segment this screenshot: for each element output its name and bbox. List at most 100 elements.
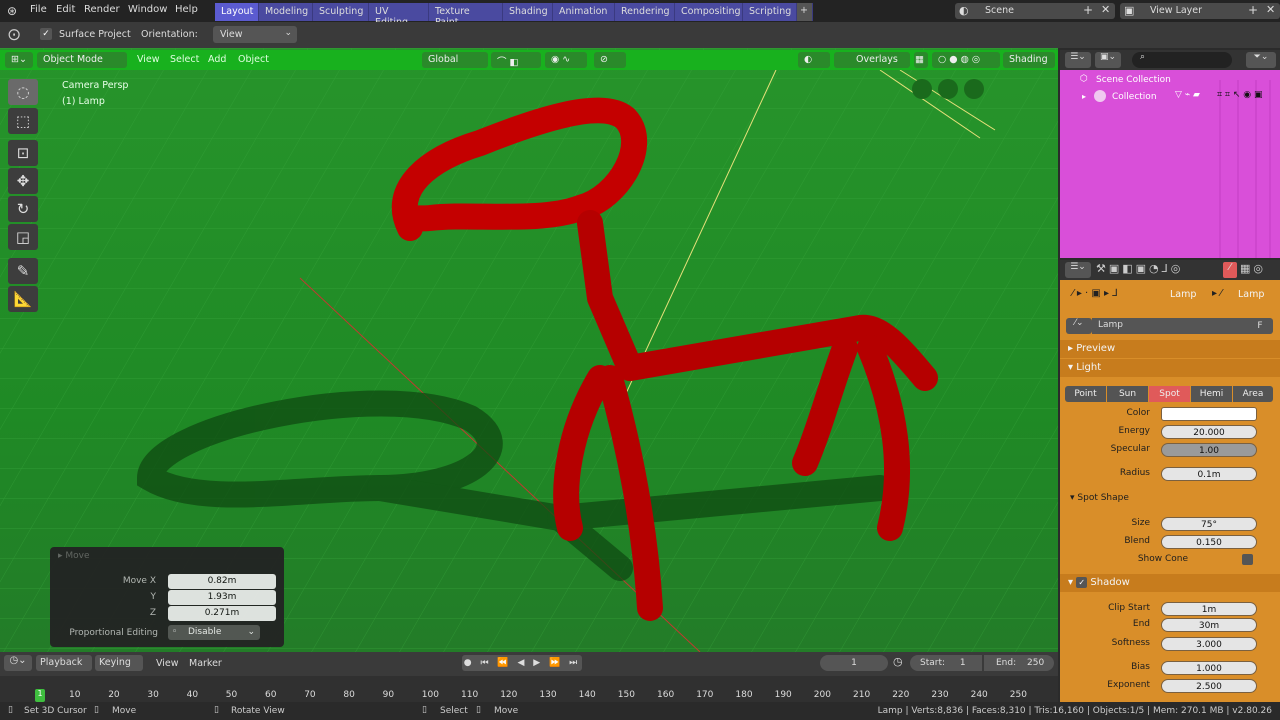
outliner-search-input[interactable]: ⌕: [1132, 52, 1232, 68]
playback-dropdown[interactable]: Playback: [36, 655, 92, 671]
tab-rendering[interactable]: Rendering: [615, 3, 675, 21]
scale-tool-icon[interactable]: ◲: [8, 224, 38, 250]
stopwatch-icon[interactable]: ◷: [893, 655, 903, 668]
outliner-editor-type-icon[interactable]: ☰⌄: [1065, 52, 1091, 68]
menu-edit[interactable]: Edit: [56, 4, 75, 15]
light-type-area[interactable]: Area: [1233, 386, 1273, 402]
clip-start-field[interactable]: 1m: [1161, 602, 1257, 616]
proportional-edit-icon[interactable]: ◉ ∿: [545, 52, 587, 68]
delete-scene-icon[interactable]: ✕: [1101, 3, 1110, 16]
visibility-icon[interactable]: ◐: [798, 52, 830, 68]
spot-size-field[interactable]: 75°: [1161, 517, 1257, 531]
light-data-tab-icon[interactable]: ⁄: [1223, 262, 1237, 278]
select-box-icon[interactable]: ⬚: [8, 108, 38, 134]
exponent-field[interactable]: 2.500: [1161, 679, 1257, 693]
tab-shading[interactable]: Shading: [503, 3, 553, 21]
blender-logo-icon[interactable]: ⊛: [7, 4, 17, 18]
light-type-spot[interactable]: Spot: [1149, 386, 1190, 402]
display-mode-icon[interactable]: ▣⌄: [1095, 52, 1121, 68]
tab-animation[interactable]: Animation: [553, 3, 615, 21]
surface-project-checkbox[interactable]: ✓: [40, 28, 52, 40]
orientation-dropdown[interactable]: View ⌄: [213, 26, 297, 43]
view-layer-selector[interactable]: ▣ View Layer + ✕: [1120, 3, 1280, 19]
fake-user-button[interactable]: F: [1247, 318, 1273, 334]
new-view-layer-icon[interactable]: +: [1248, 3, 1258, 17]
zoom-view-icon[interactable]: [964, 79, 984, 99]
transform-tool-icon[interactable]: ⊡: [8, 140, 38, 166]
playhead[interactable]: 1: [35, 689, 45, 702]
editor-type-icon[interactable]: ⊞⌄: [5, 52, 33, 68]
menu-add[interactable]: Add: [208, 54, 226, 65]
gizmo-icon[interactable]: ⊘: [594, 52, 626, 68]
rotate-tool-icon[interactable]: ↻: [8, 196, 38, 222]
move-x-field[interactable]: 0.82m: [168, 574, 276, 589]
menu-view[interactable]: View: [137, 54, 160, 65]
start-frame-field[interactable]: Start: 1: [910, 655, 982, 671]
softness-field[interactable]: 3.000: [1161, 637, 1257, 651]
xray-icon[interactable]: ▦: [914, 52, 928, 68]
tab-sculpting[interactable]: Sculpting: [313, 3, 369, 21]
scene-collection-label[interactable]: Scene Collection: [1096, 75, 1171, 85]
menu-render[interactable]: Render: [84, 4, 120, 15]
restriction-toggle-icons[interactable]: ⌗ ⌗ ↖ ◉ ▣: [1217, 90, 1262, 100]
show-cone-checkbox[interactable]: [1242, 554, 1253, 565]
color-swatch[interactable]: [1161, 407, 1257, 421]
delete-view-layer-icon[interactable]: ✕: [1266, 3, 1275, 16]
menu-file[interactable]: File: [30, 4, 47, 15]
overlays-dropdown[interactable]: Overlays: [834, 52, 910, 68]
filter-icon[interactable]: ⏷⌄: [1246, 52, 1276, 68]
shadow-panel-header[interactable]: ▾ ✓ Shadow: [1060, 574, 1280, 592]
playback-controls[interactable]: ● ⏮ ⏪ ◀ ▶ ⏩ ⏭: [462, 655, 582, 671]
shading-dropdown[interactable]: Shading: [1003, 52, 1055, 68]
add-workspace-button[interactable]: +: [797, 3, 813, 21]
timeline[interactable]: ◷⌄ Playback Keying View Marker ● ⏮ ⏪ ◀ ▶…: [0, 652, 1058, 702]
proportional-editing-dropdown[interactable]: Disable ◦ ⌄: [168, 625, 260, 640]
pivot-snap-icon[interactable]: ⌒ ◧: [491, 52, 541, 68]
timeline-menu-marker[interactable]: Marker: [189, 658, 222, 669]
preview-panel-header[interactable]: ▸ Preview: [1060, 340, 1280, 358]
shading-mode-icons[interactable]: ○ ● ◍ ◎: [932, 52, 1000, 68]
move-y-field[interactable]: 1.93m: [168, 590, 276, 605]
menu-help[interactable]: Help: [175, 4, 198, 15]
object-mode-dropdown[interactable]: Object Mode: [37, 52, 127, 68]
timeline-menu-view[interactable]: View: [156, 658, 179, 669]
light-type-hemi[interactable]: Hemi: [1191, 386, 1232, 402]
tab-layout[interactable]: Layout: [215, 3, 259, 21]
tab-compositing[interactable]: Compositing: [675, 3, 743, 21]
cursor-tool-icon[interactable]: ⊙: [7, 25, 21, 45]
annotate-tool-icon[interactable]: ✎: [8, 258, 38, 284]
current-frame-field[interactable]: 1: [820, 655, 888, 671]
energy-field[interactable]: 20.000: [1161, 425, 1257, 439]
blend-field[interactable]: 0.150: [1161, 535, 1257, 549]
transform-orientation-dropdown[interactable]: Global: [422, 52, 488, 68]
cursor-tool-icon[interactable]: ◌: [8, 79, 38, 105]
operator-title[interactable]: ▸ Move: [58, 551, 90, 561]
menu-window[interactable]: Window: [128, 4, 167, 15]
move-z-field[interactable]: 0.271m: [168, 606, 276, 621]
camera-view-icon[interactable]: [912, 79, 932, 99]
light-type-sun[interactable]: Sun: [1107, 386, 1148, 402]
timeline-editor-type-icon[interactable]: ◷⌄: [4, 655, 32, 671]
tab-texture-paint[interactable]: Texture Paint: [429, 3, 503, 28]
spot-shape-subpanel[interactable]: ▾ Spot Shape: [1070, 493, 1129, 503]
outliner[interactable]: ⬡ Scene Collection ▸ Collection ▽ ⌁ ▰ ⌗ …: [1060, 50, 1280, 258]
tab-modeling[interactable]: Modeling: [259, 3, 313, 21]
tab-uv-editing[interactable]: UV Editing: [369, 3, 429, 28]
datablock-name-field[interactable]: Lamp: [1092, 318, 1247, 334]
light-panel-header[interactable]: ▾ Light: [1060, 359, 1280, 377]
properties-editor-type-icon[interactable]: ☰⌄: [1065, 262, 1091, 278]
lamp-data-icon[interactable]: ⁄⌄: [1066, 318, 1092, 334]
property-tab-icons[interactable]: ⚒▣◧▣◔⅃◎: [1096, 262, 1183, 275]
expand-arrow-icon[interactable]: ▸: [1082, 92, 1086, 101]
clip-end-field[interactable]: 30m: [1161, 618, 1257, 632]
collection-label[interactable]: Collection: [1112, 92, 1157, 102]
menu-object[interactable]: Object: [238, 54, 269, 65]
texture-tab-icons[interactable]: ▦◎: [1240, 262, 1266, 275]
radius-field[interactable]: 0.1m: [1161, 467, 1257, 481]
specular-field[interactable]: 1.00: [1161, 443, 1257, 457]
move-tool-icon[interactable]: ✥: [8, 168, 38, 194]
end-frame-field[interactable]: End: 250: [984, 655, 1054, 671]
scene-selector[interactable]: ◐ Scene + ✕: [955, 3, 1115, 19]
new-scene-icon[interactable]: +: [1083, 3, 1093, 17]
shadow-checkbox[interactable]: ✓: [1076, 577, 1088, 588]
